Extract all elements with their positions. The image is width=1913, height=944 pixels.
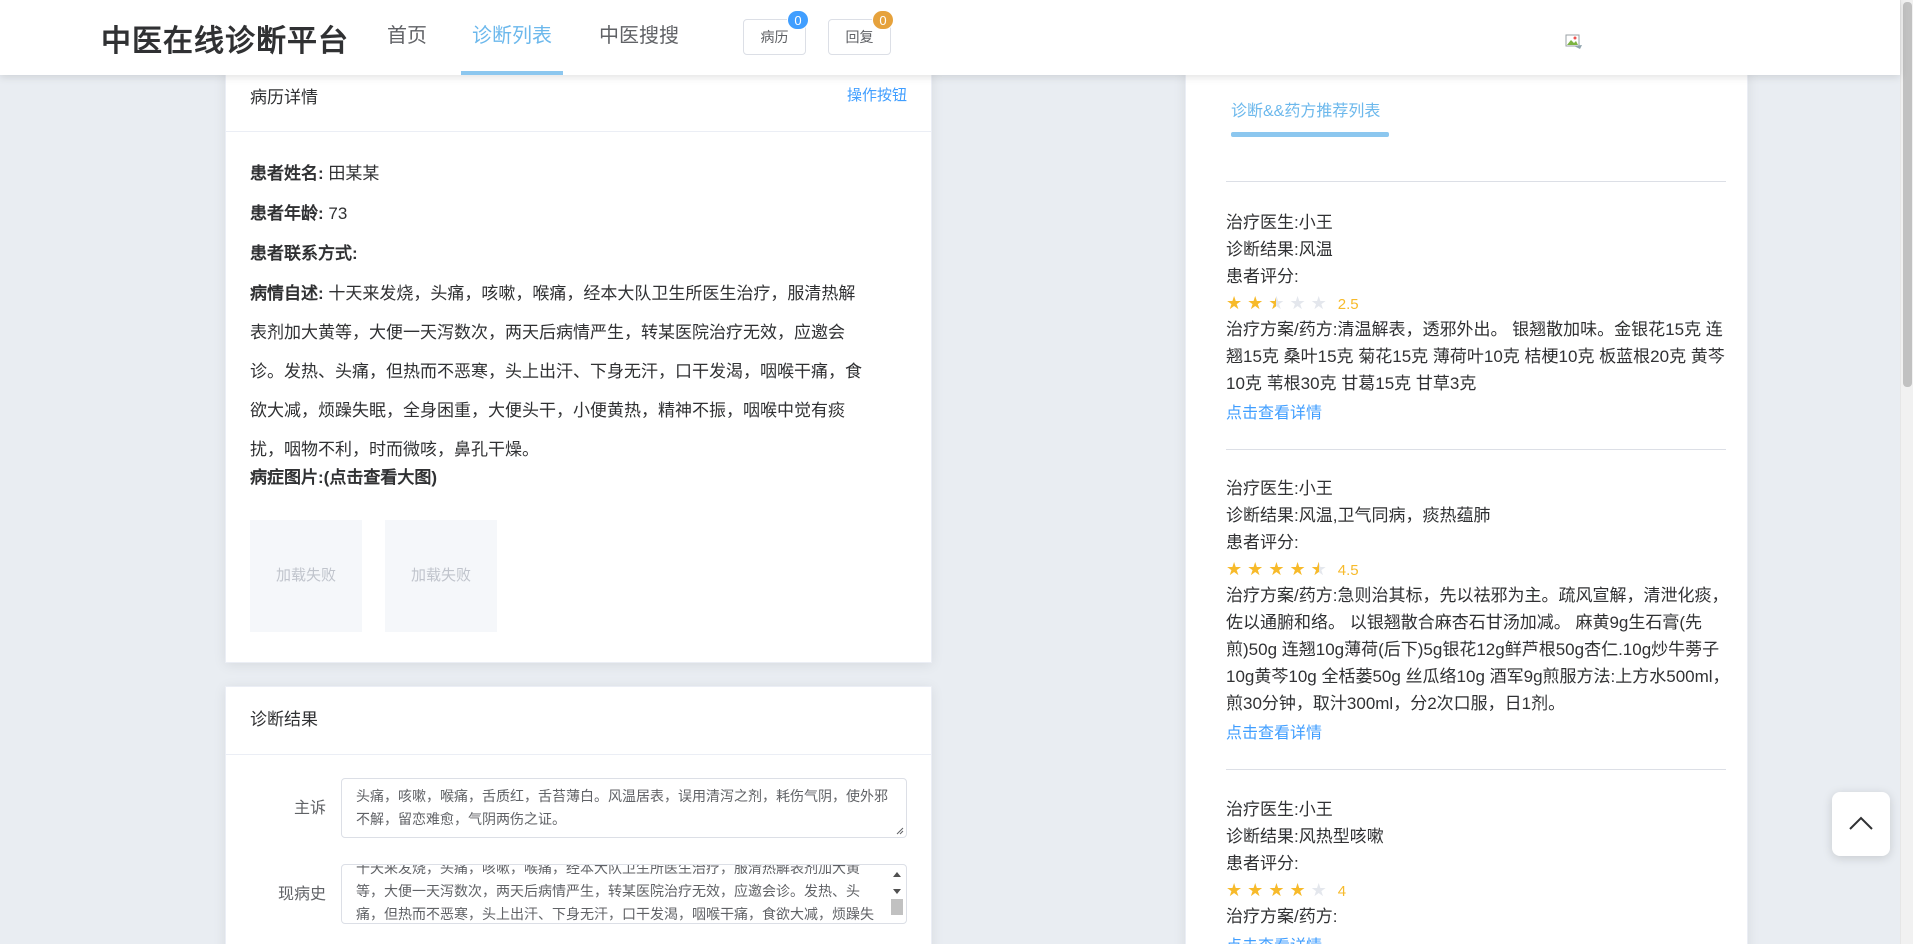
item-divider bbox=[1226, 769, 1726, 770]
description-label: 病情自述: bbox=[250, 284, 324, 303]
star-icon: ★ bbox=[1289, 880, 1306, 900]
record-body: 患者姓名: 田某某 患者年龄: 73 患者联系方式: 病情自述: 十天来发烧，头… bbox=[250, 154, 910, 493]
records-button-label: 病历 bbox=[760, 29, 789, 45]
history-textarea[interactable]: 十天来发烧，头痛，咳嗽，喉痛，经本大队卫生所医生治疗，服清热解表剂加大黄等，大便… bbox=[341, 864, 907, 924]
empty-star-icon: ★ bbox=[1310, 880, 1327, 900]
star-icon: ★ bbox=[1247, 880, 1264, 900]
replies-button-label: 回复 bbox=[845, 29, 874, 45]
description-line: 病情自述: 十天来发烧，头痛，咳嗽，喉痛，经本大队卫生所医生治疗，服清热解 bbox=[250, 284, 856, 303]
plan-text: 治疗方案/药方: bbox=[1226, 907, 1338, 926]
broken-avatar-icon[interactable] bbox=[1565, 33, 1583, 51]
page-scrollbar[interactable] bbox=[1900, 0, 1913, 944]
star-icon: ★ bbox=[1226, 880, 1243, 900]
doctor-text: 治疗医生:小王 bbox=[1226, 479, 1333, 498]
history-text: 十天来发烧，头痛，咳嗽，喉痛，经本大队卫生所医生治疗，服清热解表剂加大黄等，大便… bbox=[356, 864, 874, 922]
star-icon: ★ bbox=[1247, 293, 1264, 313]
item-divider bbox=[1226, 449, 1726, 450]
operation-button-link[interactable]: 操作按钮 bbox=[847, 69, 907, 123]
patient-contact-label: 患者联系方式: bbox=[250, 244, 358, 263]
star-icon: ★ bbox=[1247, 559, 1264, 579]
nav-diagnosis-list[interactable]: 诊断列表 bbox=[461, 0, 563, 75]
history-label: 现病史 bbox=[277, 886, 326, 903]
records-button[interactable]: 病历 0 bbox=[743, 10, 809, 55]
record-card-header: 病历详情 操作按钮 bbox=[226, 69, 931, 132]
recommend-panel: 诊断&&药方推荐列表 治疗医生:小王 诊断结果:风温 患者评分: ★ ★ ★ ★… bbox=[1185, 68, 1748, 944]
star-icon: ★ bbox=[1226, 559, 1243, 579]
complaint-text: 头痛，咳嗽，喉痛，舌质红，舌苔薄白。风温居表，误用清泻之剂，耗伤气阴，使外邪不解… bbox=[356, 788, 888, 827]
patient-contact-row: 患者联系方式: bbox=[250, 234, 910, 274]
chevron-up-icon bbox=[1849, 816, 1873, 830]
rating-score: 2.5 bbox=[1337, 296, 1359, 313]
view-detail-link[interactable]: 点击查看详情 bbox=[1226, 933, 1731, 944]
rating-score: 4 bbox=[1337, 883, 1347, 900]
patient-name-row: 患者姓名: 田某某 bbox=[250, 154, 910, 194]
description-line: 表剂加大黄等，大便一天泻数次，两天后病情严生，转某医院治疗无效，应邀会 bbox=[250, 323, 845, 342]
star-rating: ★ ★ ★ ★ ★ 2.5 bbox=[1226, 290, 1731, 316]
diagnosis-text: 诊断结果:风温 bbox=[1226, 240, 1333, 259]
diagnosis-text: 诊断结果:风热型咳嗽 bbox=[1226, 827, 1384, 846]
star-icon: ★ bbox=[1289, 559, 1306, 579]
patient-description: 病情自述: 十天来发烧，头痛，咳嗽，喉痛，经本大队卫生所医生治疗，服清热解 表剂… bbox=[250, 274, 910, 469]
doctor-text: 治疗医生:小王 bbox=[1226, 213, 1333, 232]
symptom-image[interactable]: 加载失败 bbox=[250, 520, 362, 632]
list-item: 治疗医生:小王 诊断结果:风温,卫气同病，痰热蕴肺 患者评分: ★ ★ ★ ★ … bbox=[1226, 475, 1731, 747]
patient-age-row: 患者年龄: 73 bbox=[250, 194, 910, 234]
back-to-top-button[interactable] bbox=[1832, 792, 1890, 856]
tab-active-indicator bbox=[1231, 132, 1389, 137]
half-star-icon: ★ bbox=[1311, 556, 1327, 582]
view-detail-link[interactable]: 点击查看详情 bbox=[1226, 400, 1731, 427]
tab-recommend-list[interactable]: 诊断&&药方推荐列表 bbox=[1231, 97, 1380, 121]
empty-star-icon: ★ bbox=[1310, 293, 1327, 313]
symptom-image[interactable]: 加载失败 bbox=[385, 520, 497, 632]
scrollbar-thumb[interactable] bbox=[1903, 2, 1912, 387]
brand-title: 中医在线诊断平台 bbox=[101, 25, 349, 58]
plan-text: 治疗方案/药方:清温解表，透邪外出。 银翘散加味。金银花15克 连翘15克 桑叶… bbox=[1226, 320, 1725, 393]
patient-name-value: 田某某 bbox=[328, 164, 380, 183]
doctor-text: 治疗医生:小王 bbox=[1226, 800, 1333, 819]
textarea-scroll-arrows-icon[interactable] bbox=[891, 869, 903, 915]
patient-name-label: 患者姓名: bbox=[250, 164, 324, 183]
diagnosis-result-card: 诊断结果 主诉 头痛，咳嗽，喉痛，舌质红，舌苔薄白。风温居表，误用清泻之剂，耗伤… bbox=[225, 686, 932, 944]
patient-age-label: 患者年龄: bbox=[250, 204, 324, 223]
top-navbar: 中医在线诊断平台 首页 诊断列表 中医搜搜 病历 0 回复 0 bbox=[0, 0, 1900, 75]
replies-button[interactable]: 回复 0 bbox=[828, 10, 894, 55]
diagnosis-text: 诊断结果:风温,卫气同病，痰热蕴肺 bbox=[1226, 506, 1491, 525]
description-line: 诊。发热、头痛，但热而不恶寒，头上出汗、下身无汗，口干发渴，咽喉干痛，食 bbox=[250, 362, 862, 381]
star-rating: ★ ★ ★ ★ ★ 4 bbox=[1226, 877, 1731, 903]
complaint-textarea[interactable]: 头痛，咳嗽，喉痛，舌质红，舌苔薄白。风温居表，误用清泻之剂，耗伤气阴，使外邪不解… bbox=[341, 778, 907, 838]
replies-badge: 0 bbox=[872, 10, 894, 30]
empty-star-icon: ★ bbox=[1289, 293, 1306, 313]
result-card-header: 诊断结果 bbox=[226, 687, 931, 755]
rating-label: 患者评分: bbox=[1226, 533, 1299, 552]
patient-age-value: 73 bbox=[328, 204, 348, 223]
star-rating: ★ ★ ★ ★ ★ 4.5 bbox=[1226, 556, 1731, 582]
record-detail-card: 病历详情 操作按钮 患者姓名: 田某某 患者年龄: 73 患者联系方式: 病情自… bbox=[225, 68, 932, 663]
records-badge: 0 bbox=[787, 10, 809, 30]
symptom-images-label: 病症图片:(点击查看大图) bbox=[250, 468, 437, 487]
star-icon: ★ bbox=[1268, 559, 1285, 579]
view-detail-link[interactable]: 点击查看详情 bbox=[1226, 720, 1731, 747]
description-line: 欲大减，烦躁失眠，全身困重，大便头干，小便黄热，精神不振，咽喉中觉有痰 bbox=[250, 401, 845, 420]
rating-label: 患者评分: bbox=[1226, 854, 1299, 873]
resize-handle-icon[interactable] bbox=[894, 825, 904, 835]
star-icon: ★ bbox=[1226, 293, 1243, 313]
half-star-icon: ★ bbox=[1268, 290, 1284, 316]
rating-label: 患者评分: bbox=[1226, 267, 1299, 286]
plan-text: 治疗方案/药方:急则治其标，先以祛邪为主。疏风宣解，清泄化痰，佐以通腑和络。 以… bbox=[1226, 586, 1730, 713]
record-card-title: 病历详情 bbox=[250, 88, 318, 107]
complaint-label: 主诉 bbox=[293, 800, 326, 817]
list-item: 治疗医生:小王 诊断结果:风热型咳嗽 患者评分: ★ ★ ★ ★ ★ 4 治疗方… bbox=[1226, 796, 1731, 944]
nav-tcm-search[interactable]: 中医搜搜 bbox=[599, 0, 679, 75]
tab-divider bbox=[1226, 181, 1726, 182]
list-item: 治疗医生:小王 诊断结果:风温 患者评分: ★ ★ ★ ★ ★ 2.5 治疗方案… bbox=[1226, 209, 1731, 427]
rating-score: 4.5 bbox=[1337, 562, 1359, 579]
nav-home[interactable]: 首页 bbox=[387, 0, 427, 75]
star-icon: ★ bbox=[1268, 880, 1285, 900]
result-card-title: 诊断结果 bbox=[250, 710, 318, 729]
